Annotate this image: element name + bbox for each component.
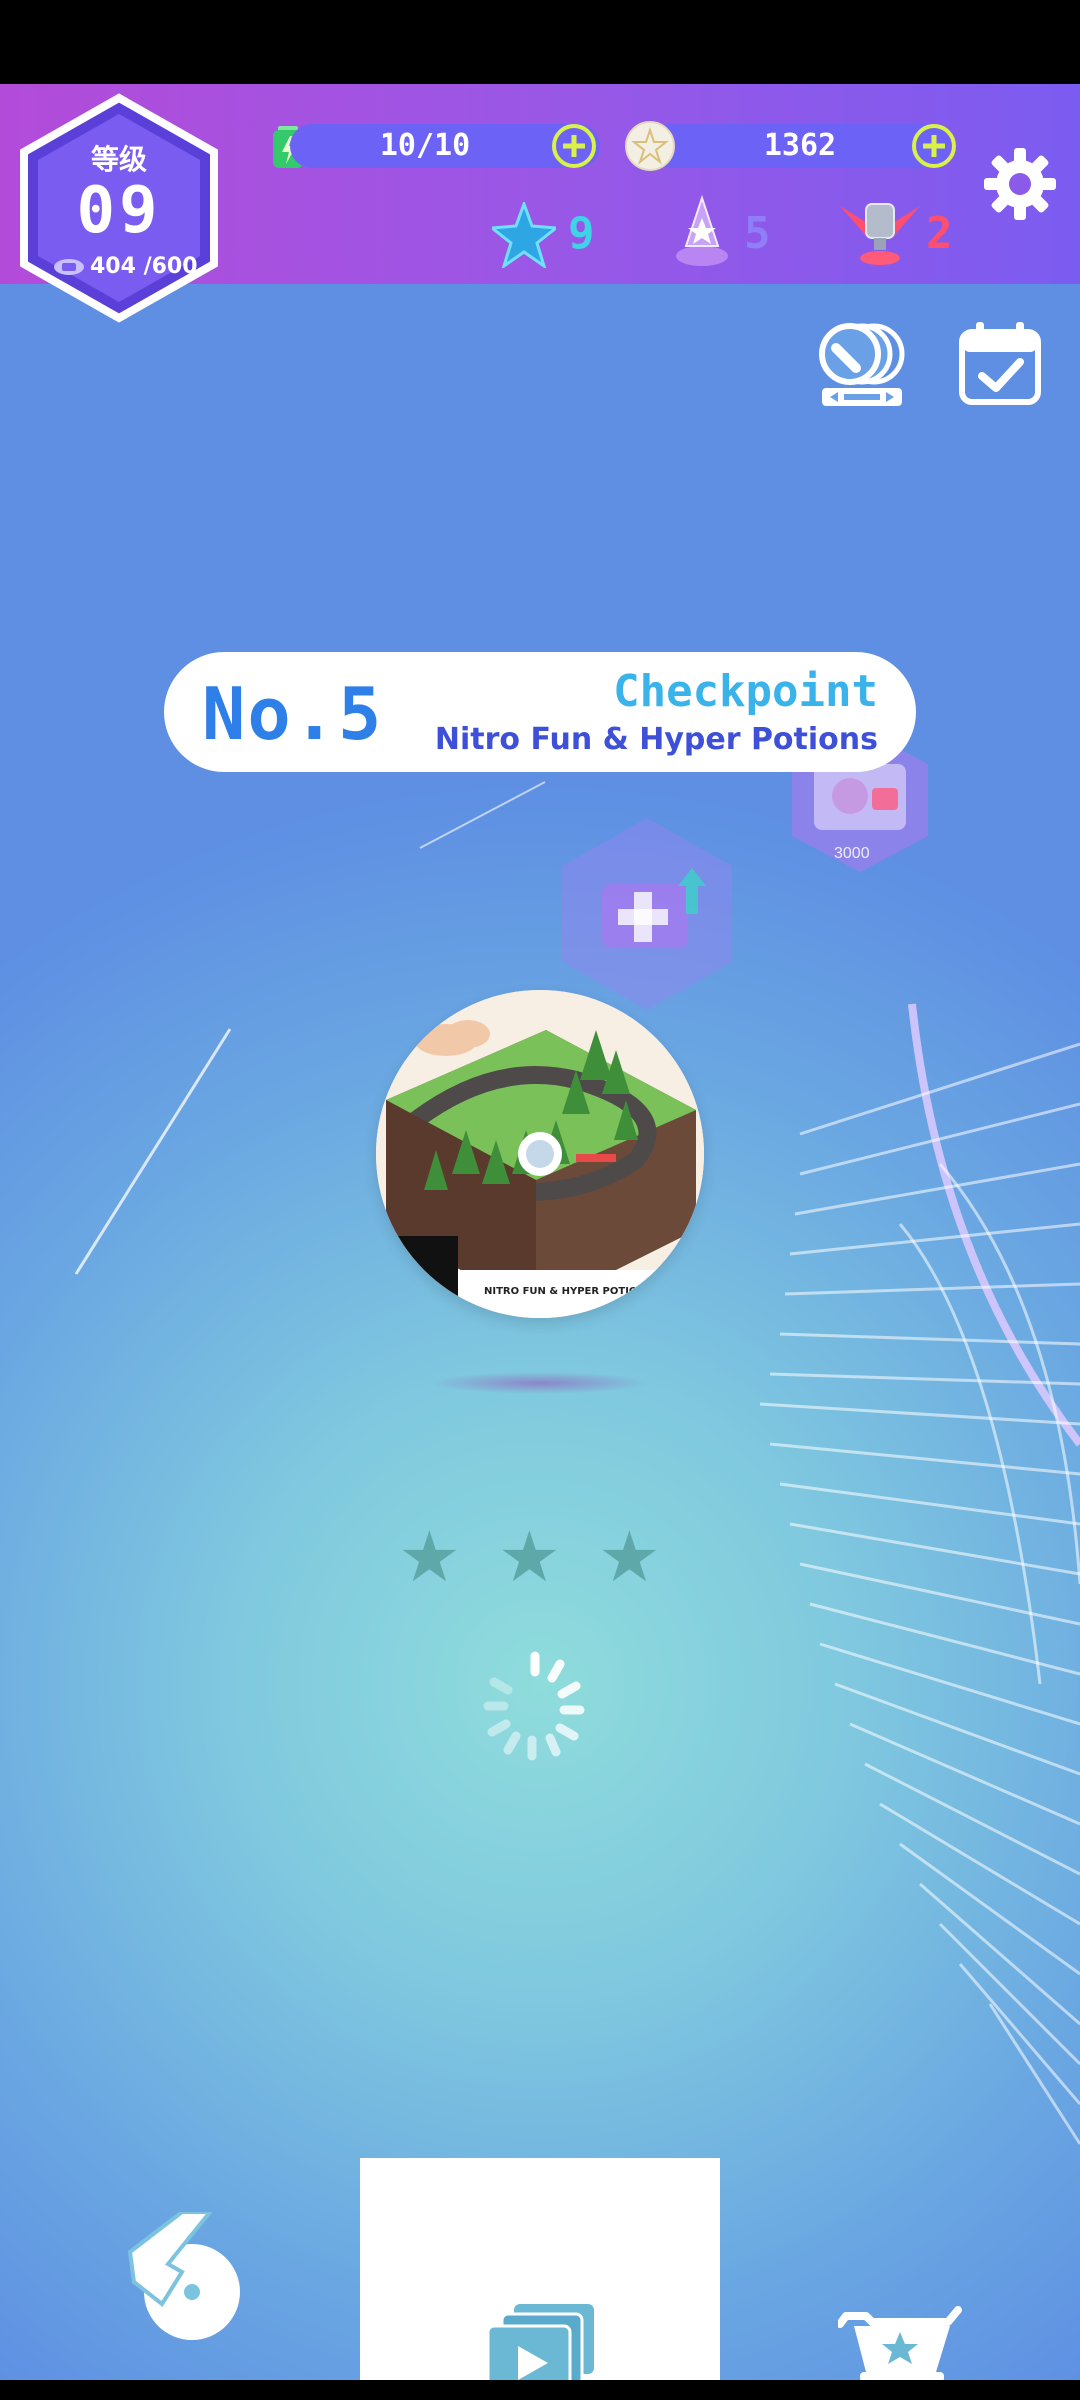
hand-disc-icon[interactable] <box>122 2212 248 2342</box>
gear-icon[interactable] <box>980 144 1060 224</box>
level-label: 等级 <box>90 143 147 176</box>
locked-price-label: 3000 <box>834 845 870 862</box>
trophies-count: 2 <box>926 208 953 259</box>
blue-star-icon <box>492 202 556 268</box>
coin-icon <box>625 121 675 171</box>
vinyl-icon[interactable] <box>816 320 906 414</box>
loading-spinner <box>483 1651 585 1761</box>
level-badge[interactable]: 等级 09 404 /600 <box>14 92 224 332</box>
track-card: No.5 Checkpoint Nitro Fun & Hyper Potion… <box>164 652 916 772</box>
track-number: No.5 <box>202 672 384 756</box>
track-disc[interactable]: NITRO FUN & HYPER POTIONS <box>376 990 704 1318</box>
xp-icon <box>54 259 84 275</box>
disc-shadow <box>430 1372 650 1394</box>
star-icon <box>494 288 556 350</box>
rating-star-3: ★ <box>598 1516 661 1598</box>
crown-icon <box>676 194 728 266</box>
track-title: Nitro Fun & Hyper Potions <box>434 722 878 757</box>
bottom-nav <box>0 2158 1080 2380</box>
calendar-check-icon[interactable] <box>958 320 1042 408</box>
game-screen: 3000 10/10 1362 9 5 2 等级 09 404 /600 No.… <box>0 84 1080 2380</box>
shopping-cart-star-icon[interactable] <box>838 2302 962 2380</box>
locked-medkit-hexagon <box>562 818 732 1010</box>
coins-bar: 1362 <box>650 124 950 168</box>
add-energy-button[interactable] <box>552 124 596 168</box>
coins-value: 1362 <box>763 128 837 163</box>
system-nav-strip <box>0 2380 1080 2400</box>
stars-count: 9 <box>568 208 595 259</box>
status-bar <box>0 0 1080 84</box>
rating-star-1: ★ <box>398 1516 461 1598</box>
track-status: Checkpoint <box>613 666 878 717</box>
level-xp: 404 /600 <box>90 254 198 279</box>
disc-caption: NITRO FUN & HYPER POTIONS <box>484 1286 653 1297</box>
disc-artwork <box>376 990 704 1318</box>
crowns-count: 5 <box>744 208 771 259</box>
trophy-icon <box>840 203 920 265</box>
add-coins-button[interactable] <box>912 124 956 168</box>
energy-value: 10/10 <box>379 128 471 163</box>
rating-star-2: ★ <box>498 1516 561 1598</box>
level-number: 09 <box>76 174 162 248</box>
play-cards-icon[interactable] <box>486 2302 598 2380</box>
